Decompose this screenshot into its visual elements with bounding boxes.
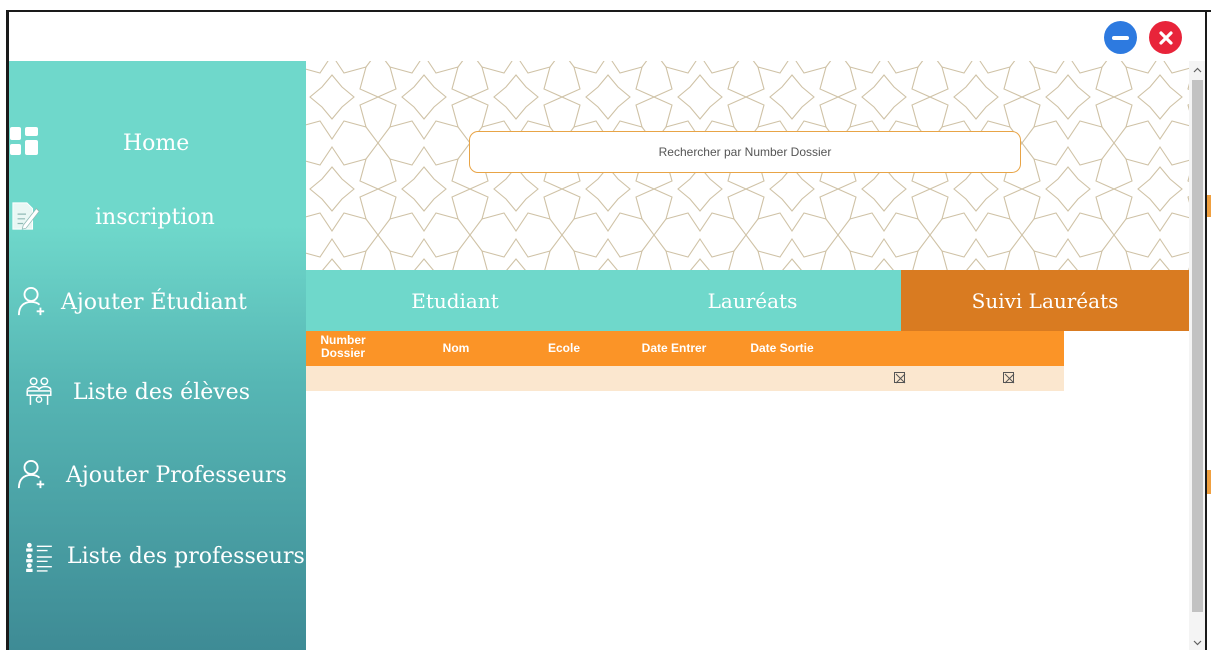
- chevron-up-icon: [1193, 67, 1201, 73]
- sidebar-item-student-list[interactable]: Liste des élèves: [9, 372, 306, 412]
- search-input[interactable]: [469, 131, 1021, 173]
- scroll-up-arrow[interactable]: [1189, 63, 1205, 77]
- minus-icon: [1112, 35, 1129, 40]
- sidebar-item-inscription[interactable]: inscription: [9, 197, 306, 237]
- checkbox-cross-icon: [895, 373, 906, 384]
- row-checkbox[interactable]: [894, 372, 906, 384]
- sidebar-item-label: inscription: [95, 204, 215, 230]
- background-window-edge: [1207, 195, 1211, 217]
- checkbox-cross-icon: [1004, 373, 1015, 384]
- minimize-button[interactable]: [1104, 21, 1137, 54]
- sidebar-item-label: Liste des professeurs: [67, 543, 305, 569]
- chevron-down-icon: [1193, 640, 1201, 646]
- column-header-date-entrer[interactable]: Date Entrer: [632, 342, 716, 355]
- sidebar-item-add-student[interactable]: Ajouter Étudiant: [9, 282, 306, 322]
- sidebar: Home inscription Ajouter Étudiant Liste …: [9, 61, 306, 650]
- scrollbar-thumb[interactable]: [1192, 80, 1203, 612]
- sidebar-item-label: Home: [123, 130, 190, 156]
- background-window-edge: [1207, 470, 1211, 494]
- close-icon: [1158, 30, 1173, 45]
- sidebar-item-add-professor[interactable]: Ajouter Professeurs: [9, 455, 306, 495]
- table-row[interactable]: [306, 366, 1064, 391]
- sidebar-item-label: Ajouter Professeurs: [66, 462, 287, 488]
- sidebar-item-label: Liste des élèves: [73, 379, 250, 405]
- add-user-icon: [17, 459, 45, 489]
- dashboard-icon: [10, 127, 38, 155]
- sidebar-item-label: Ajouter Étudiant: [61, 289, 247, 315]
- add-user-icon: [17, 286, 45, 316]
- window-border-top: [8, 10, 1211, 12]
- window-border-right: [1205, 10, 1207, 650]
- sidebar-item-home[interactable]: Home: [9, 123, 306, 163]
- column-header-ecole[interactable]: Ecole: [544, 342, 584, 355]
- tab-etudiant[interactable]: Etudiant: [306, 270, 604, 331]
- column-header-nom[interactable]: Nom: [436, 342, 476, 355]
- table-header: Number Dossier Nom Ecole Date Entrer Dat…: [306, 331, 1064, 366]
- close-button[interactable]: [1149, 21, 1182, 54]
- column-header-number-dossier[interactable]: Number Dossier: [318, 334, 368, 360]
- scroll-down-arrow[interactable]: [1189, 636, 1205, 650]
- sidebar-item-professor-list[interactable]: Liste des professeurs: [9, 536, 306, 576]
- students-icon: [26, 377, 52, 405]
- column-header-date-sortie[interactable]: Date Sortie: [740, 342, 824, 355]
- tab-laureats[interactable]: Lauréats: [604, 270, 901, 331]
- row-checkbox[interactable]: [1003, 372, 1015, 384]
- edit-document-icon: [12, 202, 40, 230]
- tab-suivi-laureats[interactable]: Suivi Lauréats: [901, 270, 1189, 331]
- list-people-icon: [26, 542, 52, 572]
